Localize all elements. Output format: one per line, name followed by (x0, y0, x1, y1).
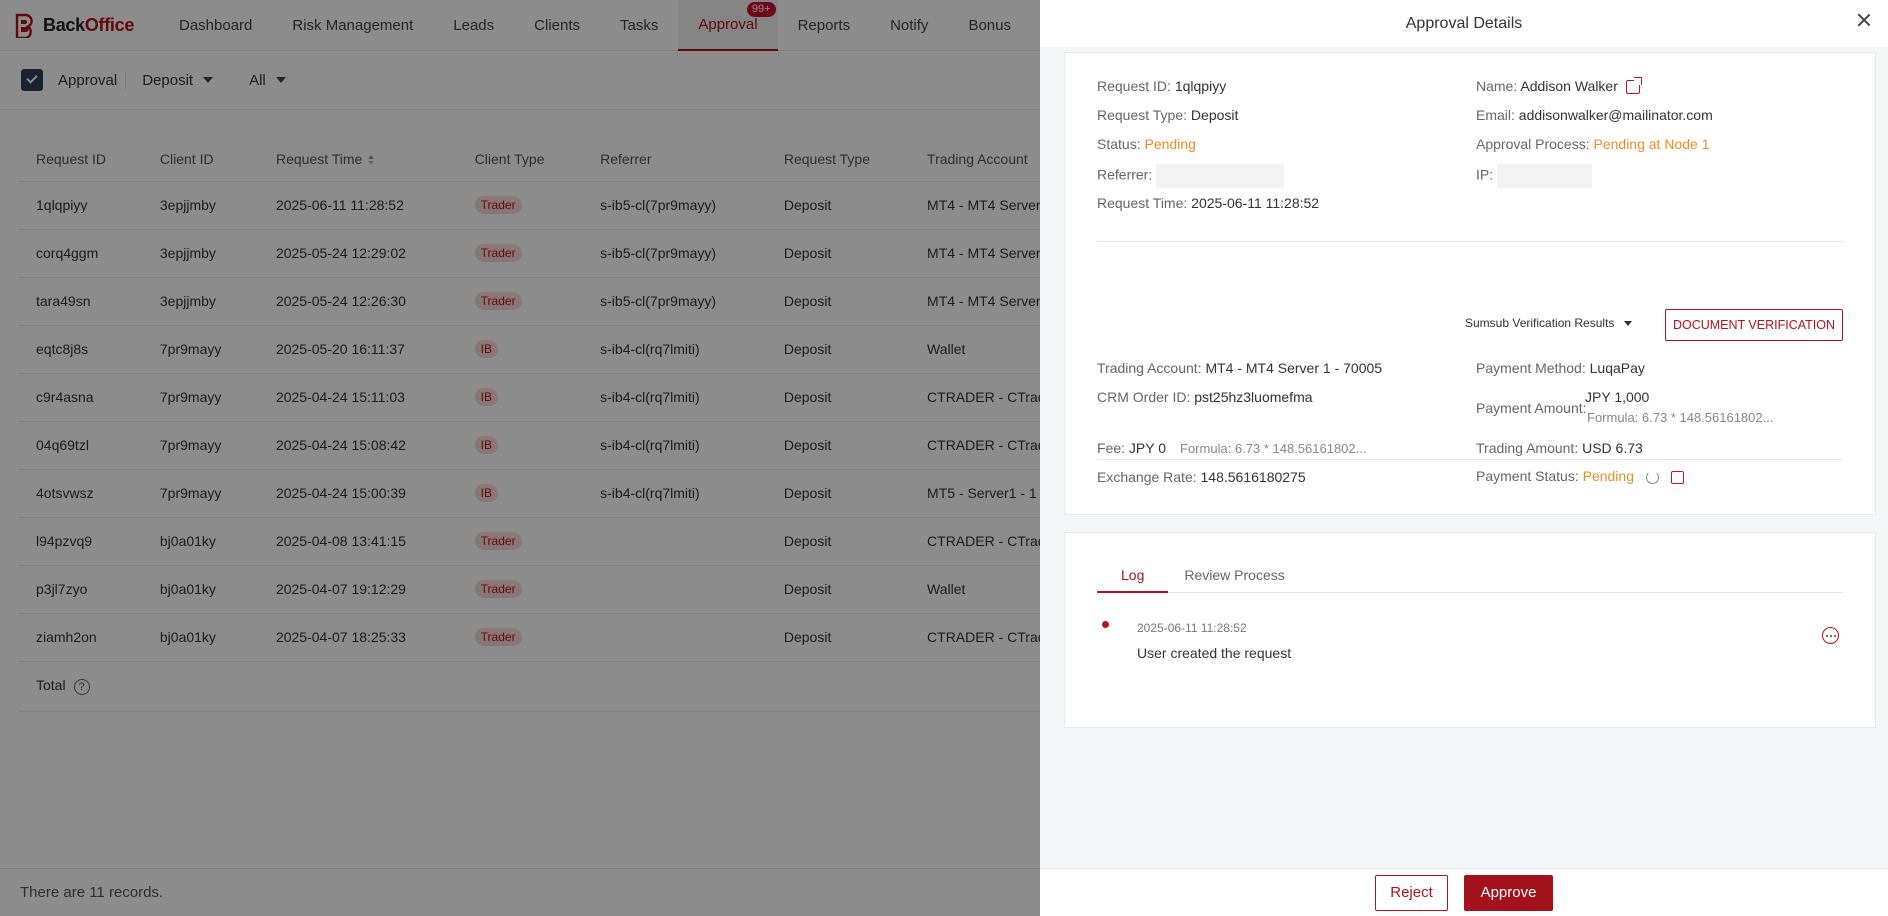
referrer-field: Referrer: (1097, 164, 1285, 188)
request-time-field: Request Time: 2025-06-11 11:28:52 (1097, 195, 1320, 211)
modal-overlay[interactable] (0, 0, 1040, 916)
drawer-footer: Reject Approve (1040, 868, 1888, 916)
request-type-field: Request Type: Deposit (1097, 107, 1239, 123)
request-id-field: Request ID: 1qlqpiyy (1097, 78, 1227, 94)
trading-amount-field: Trading Amount: USD 6.73 (1476, 440, 1643, 456)
exchange-rate-field: Exchange Rate: 148.5616180275 (1097, 469, 1306, 485)
payment-amount-formula: Formula: 6.73 * 148.56161802... (1587, 410, 1774, 425)
edit-icon[interactable] (1671, 470, 1684, 484)
fee-field: Fee: JPY 0 Formula: 6.73 * 148.56161802..… (1097, 440, 1367, 456)
payment-method-field: Payment Method: LuqaPay (1476, 360, 1645, 376)
payment-amount-label: Payment Amount: (1476, 400, 1587, 416)
crm-order-id-field: CRM Order ID: pst25hz3luomefma (1097, 389, 1313, 405)
sumsub-results-select[interactable]: Sumsub Verification Results (1465, 316, 1633, 330)
comment-icon[interactable] (1822, 627, 1839, 644)
name-field: Name: Addison Walker (1476, 77, 1642, 95)
document-verification-button[interactable]: DOCUMENT VERIFICATION (1665, 309, 1843, 341)
close-icon[interactable] (1854, 10, 1874, 30)
ip-field: IP: (1476, 164, 1593, 188)
payment-status-field: Payment Status: Pending (1476, 468, 1684, 484)
log-tabs: Log Review Process (1097, 563, 1843, 593)
divider (1097, 241, 1843, 242)
caret-down-icon (1624, 320, 1633, 326)
reject-button[interactable]: Reject (1375, 874, 1448, 911)
log-time: 2025-06-11 11:28:52 (1137, 621, 1247, 635)
drawer-header: Approval Details (1040, 0, 1888, 47)
masked-ip (1497, 164, 1593, 188)
tab-review-process[interactable]: Review Process (1168, 563, 1300, 593)
details-card: Request ID: 1qlqpiyy Request Type: Depos… (1064, 52, 1876, 515)
tab-log[interactable]: Log (1097, 563, 1169, 593)
divider (1097, 459, 1843, 460)
refresh-icon[interactable] (1646, 470, 1659, 484)
trading-account-field: Trading Account: MT4 - MT4 Server 1 - 70… (1097, 360, 1383, 376)
email-field: Email: addisonwalker@mailinator.com (1476, 107, 1713, 123)
timeline-dot (1102, 621, 1109, 628)
approve-button[interactable]: Approve (1464, 874, 1553, 911)
approval-process-field: Approval Process: Pending at Node 1 (1476, 136, 1710, 152)
log-card: Log Review Process 2025-06-11 11:28:52 U… (1064, 532, 1876, 728)
approval-details-drawer: Approval Details Request ID: 1qlqpiyy Re… (1040, 0, 1888, 916)
log-text: User created the request (1137, 645, 1292, 661)
masked-referrer (1156, 164, 1285, 188)
drawer-title: Approval Details (1405, 14, 1523, 32)
external-link-icon[interactable] (1625, 77, 1642, 95)
status-field: Status: Pending (1097, 136, 1196, 152)
payment-amount-value: JPY 1,000 (1585, 389, 1650, 405)
